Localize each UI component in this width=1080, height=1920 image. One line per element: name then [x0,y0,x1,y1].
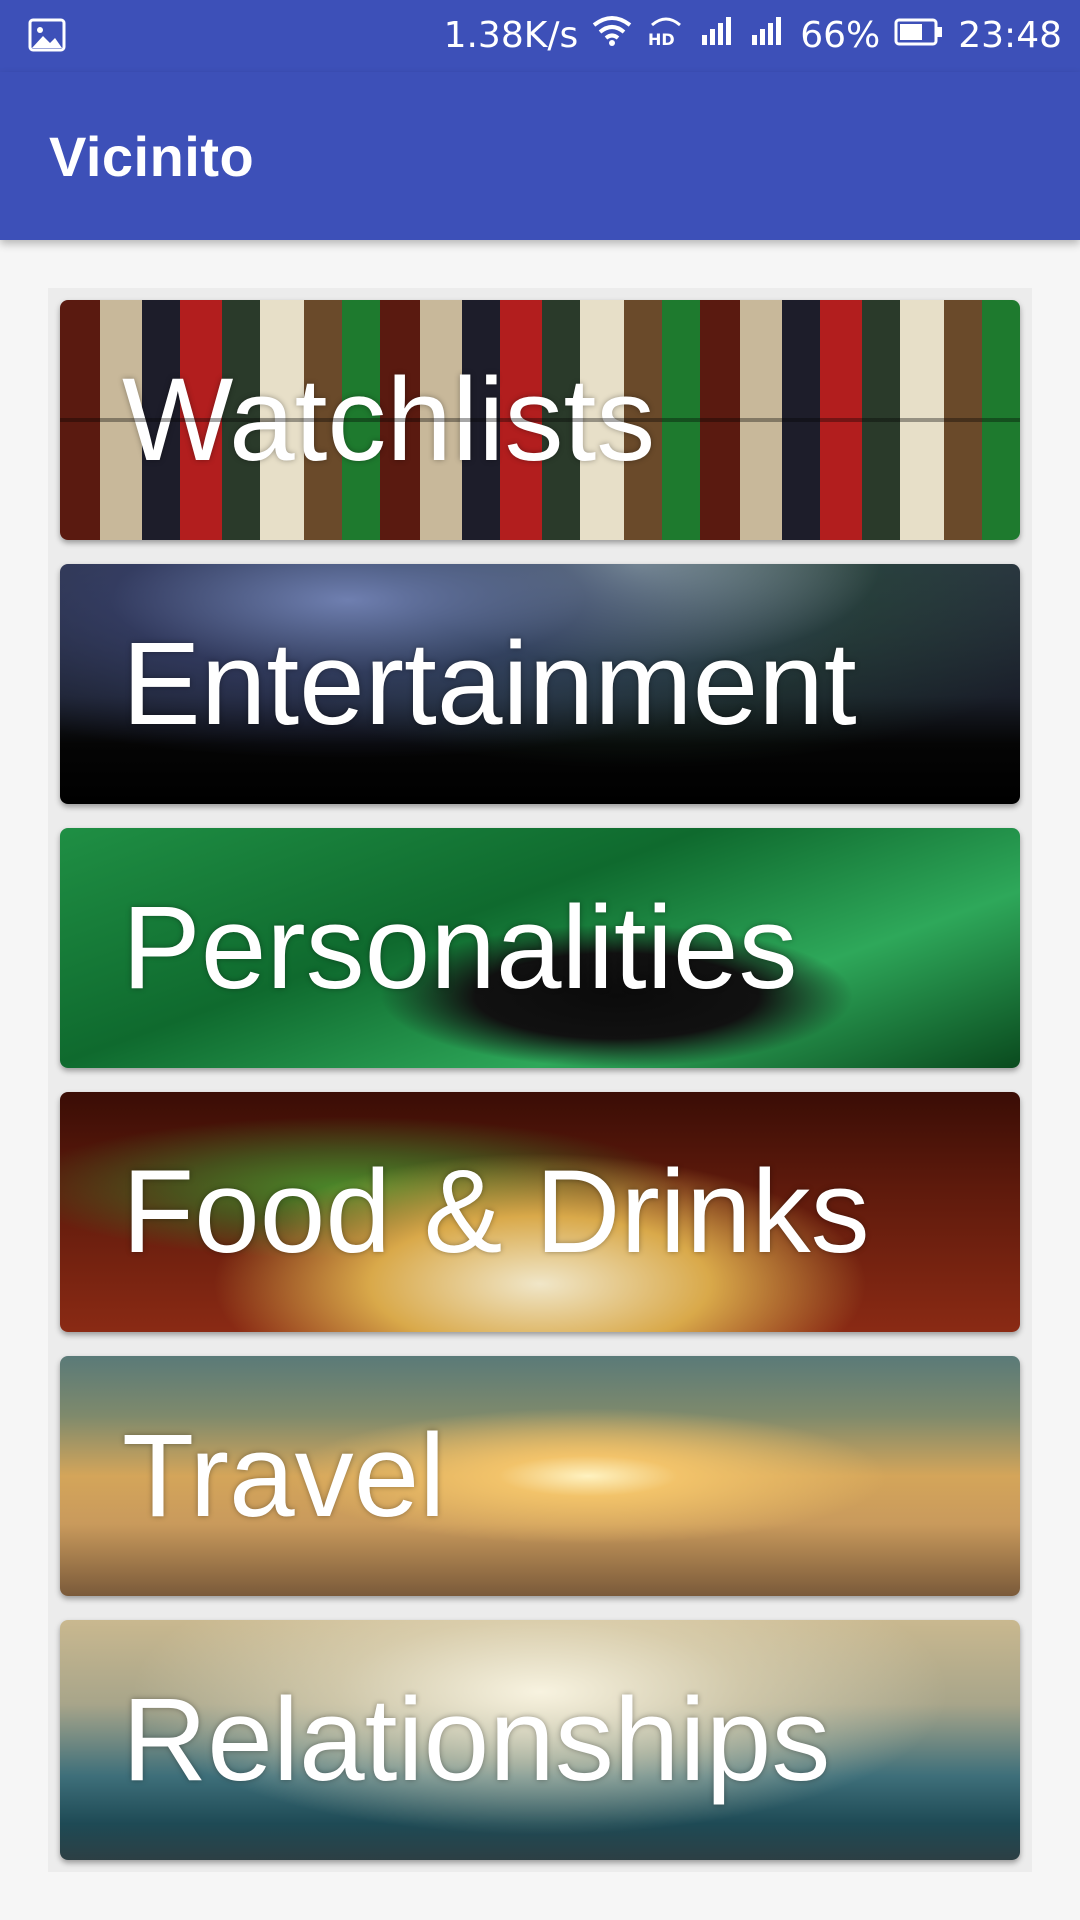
category-card-relationships[interactable]: Relationships [60,1620,1020,1860]
app-bar: Vicinito [0,72,1080,240]
category-label: Relationships [122,1674,831,1806]
category-card-personalities[interactable]: Personalities [60,828,1020,1068]
category-list[interactable]: Watchlists Entertainment Personalities F… [48,288,1032,1872]
category-label: Food & Drinks [122,1146,870,1278]
category-card-entertainment[interactable]: Entertainment [60,564,1020,804]
signal-icon [700,0,736,72]
category-card-travel[interactable]: Travel [60,1356,1020,1596]
category-label: Watchlists [122,354,656,486]
category-card-watchlists[interactable]: Watchlists [60,300,1020,540]
clock: 23:48 [958,15,1062,56]
screen: 1.38K/s HD 66% 23:48 Vicinito Watchlists… [0,0,1080,1920]
battery-icon [894,0,944,72]
category-label: Travel [122,1410,446,1542]
category-card-food-drinks[interactable]: Food & Drinks [60,1092,1020,1332]
svg-text:HD: HD [648,30,675,47]
gallery-icon [28,18,66,52]
hd-call-icon: HD [646,0,686,72]
category-label: Personalities [122,882,798,1014]
status-bar: 1.38K/s HD 66% 23:48 [0,0,1080,72]
battery-percent: 66% [800,15,881,56]
status-indicators: 1.38K/s HD 66% 23:48 [444,0,1062,72]
signal-icon [750,0,786,72]
app-title: Vicinito [49,125,255,188]
wifi-icon [592,0,632,72]
network-speed: 1.38K/s [443,15,579,56]
category-label: Entertainment [122,618,857,750]
